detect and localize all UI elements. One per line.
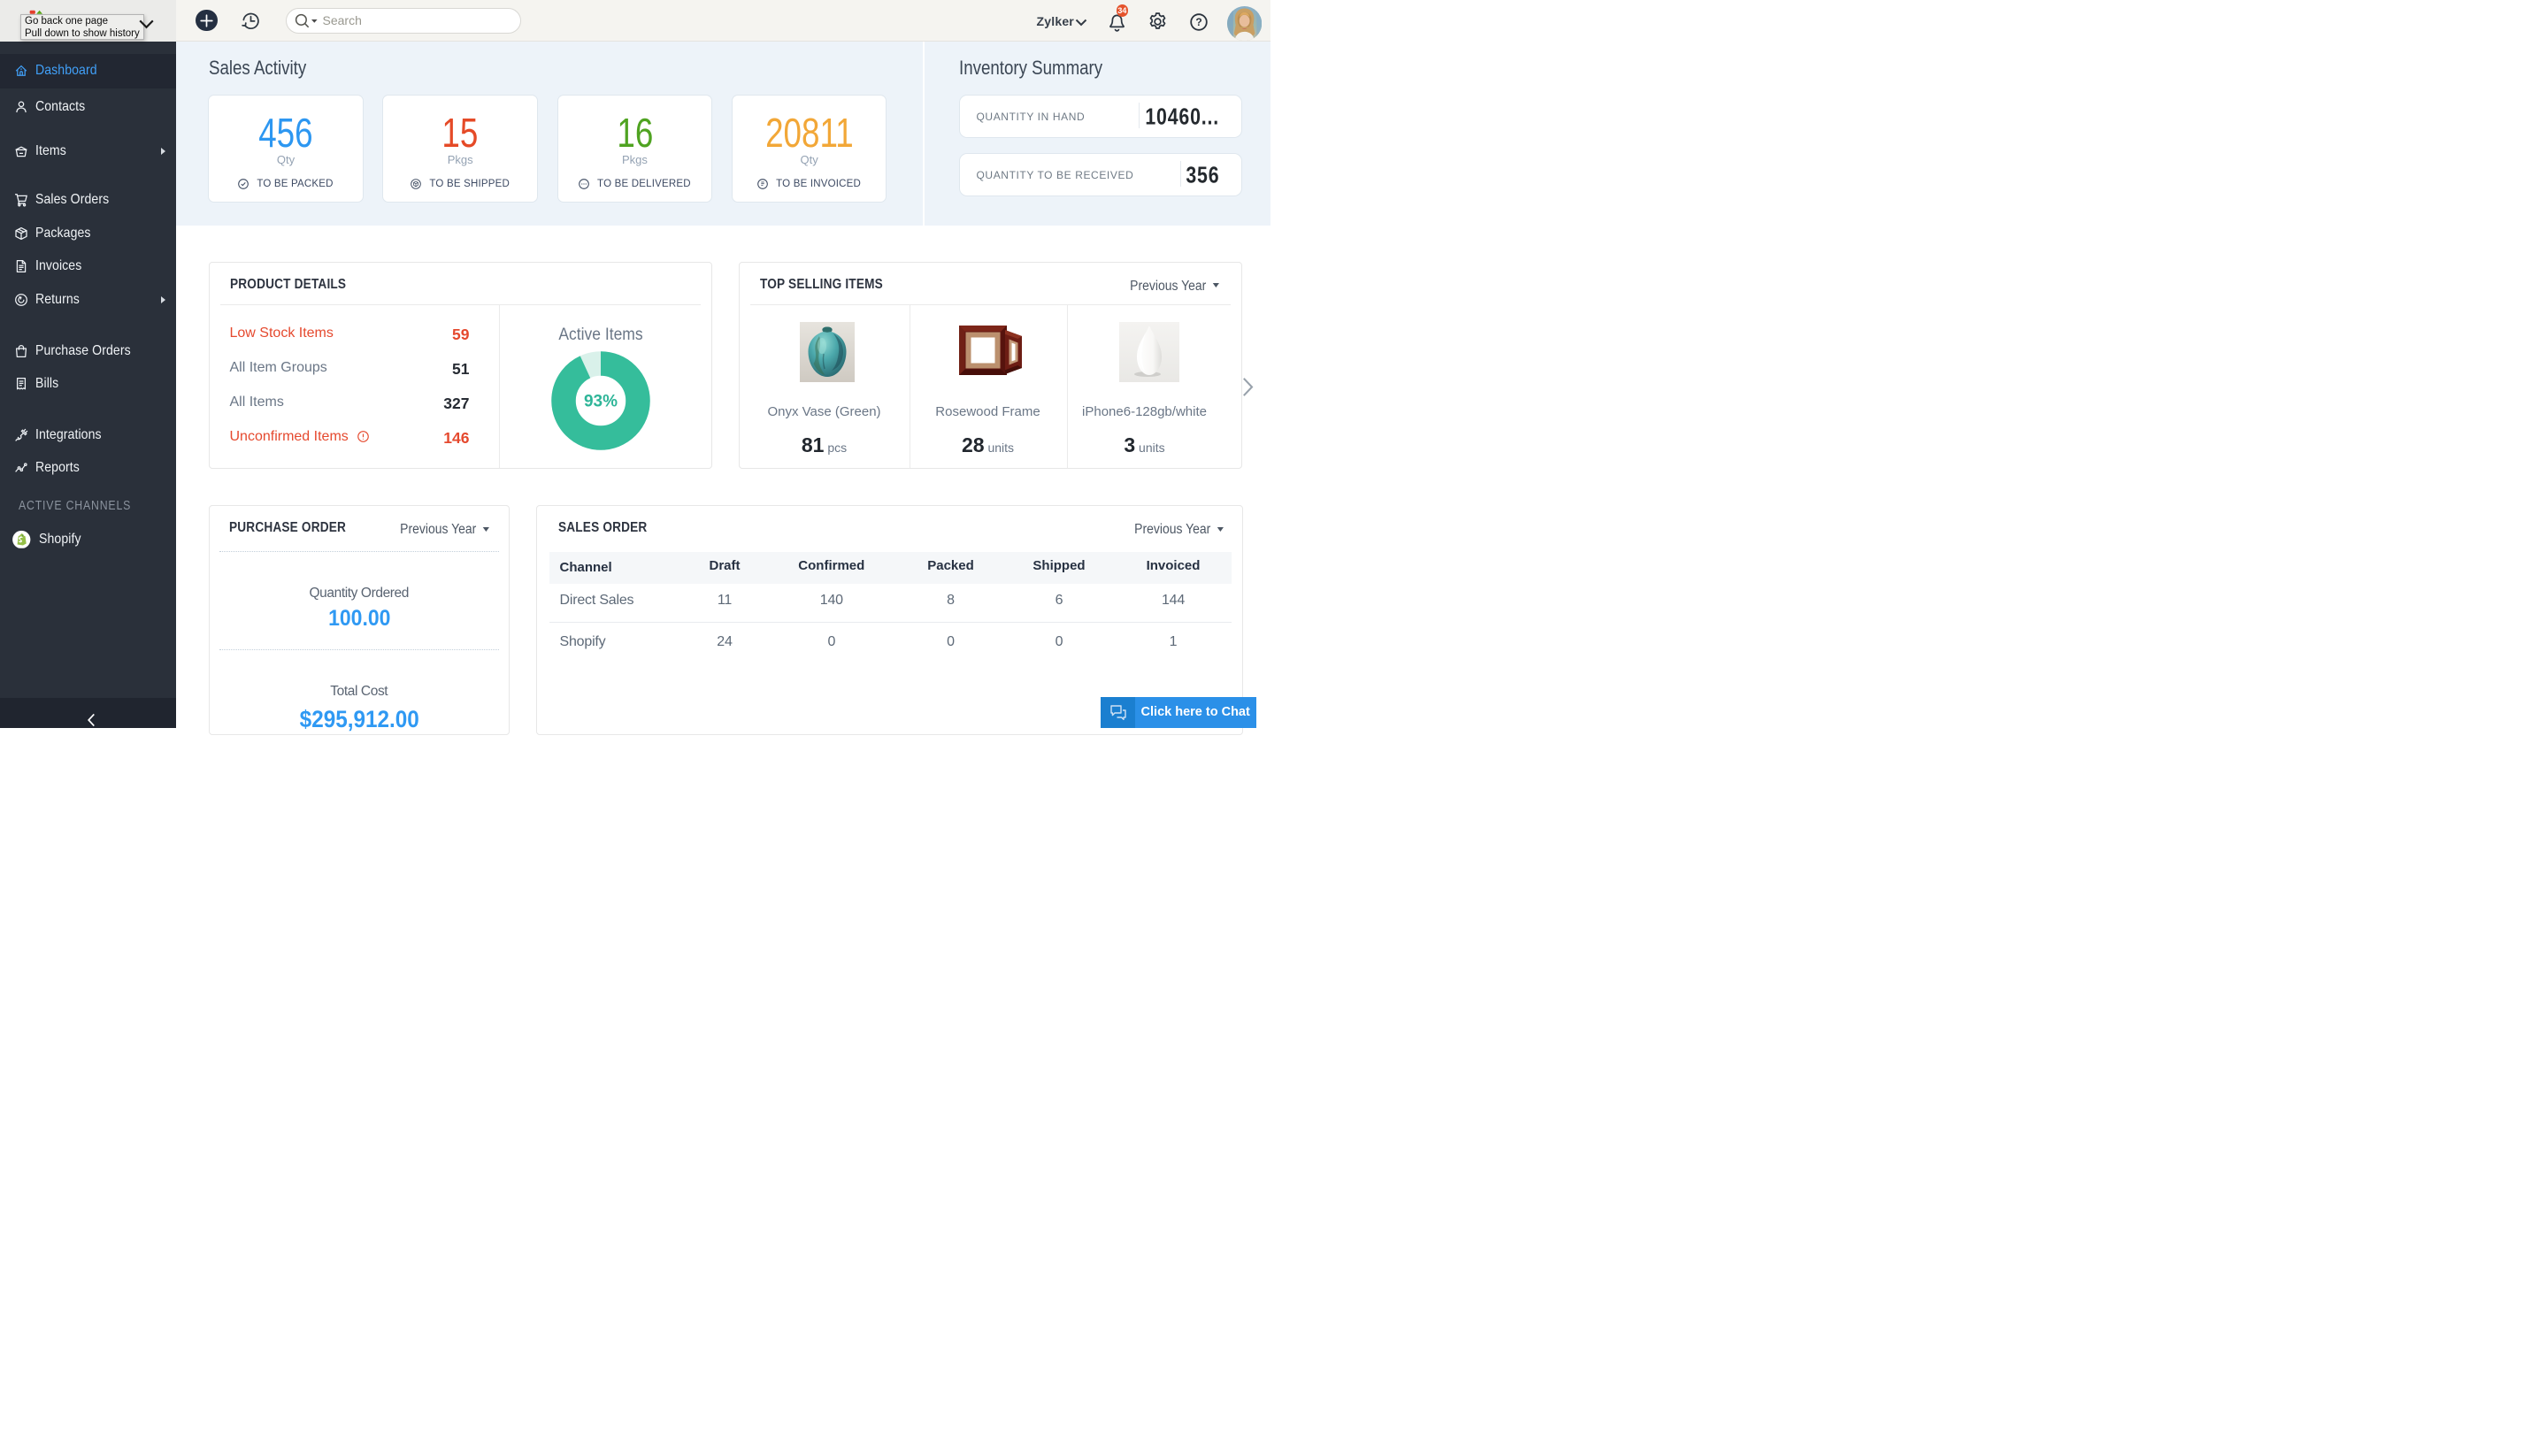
svg-text:?: ? xyxy=(1195,16,1201,28)
svg-text:93%: 93% xyxy=(583,393,617,411)
